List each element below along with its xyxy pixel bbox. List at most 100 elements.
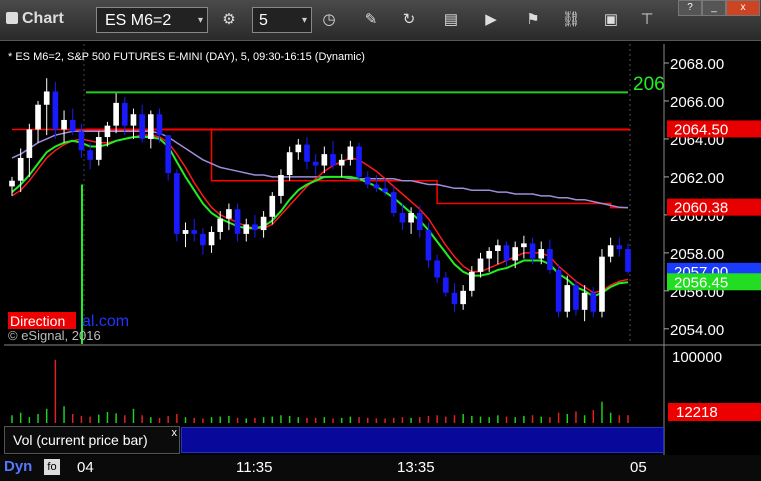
chart-window: Chart ? _ x ES M6=2 ▾ ⚙ 5 ▾ ◷ ✎ ↻ ▤ ▶ ⚑ … xyxy=(0,0,761,481)
price-tick-label: 2068.00 xyxy=(670,56,724,73)
price-tick-label: 2058.00 xyxy=(670,246,724,263)
volume-pane-label[interactable]: Vol (current price bar) x xyxy=(4,426,180,454)
candle-body xyxy=(43,91,50,105)
candle-body xyxy=(61,119,67,130)
candle-body xyxy=(243,224,250,234)
dynamic-label: Dyn xyxy=(4,458,33,475)
candle-body xyxy=(590,292,597,312)
candle-body xyxy=(486,250,493,259)
candles xyxy=(9,78,631,322)
candle-body xyxy=(616,245,623,250)
candle-body xyxy=(477,258,484,272)
price-tag-label: 2060.38 xyxy=(674,200,728,217)
candle-body xyxy=(460,290,466,305)
candle-body xyxy=(69,119,76,132)
candle-body xyxy=(573,285,579,310)
candle-body xyxy=(521,243,527,248)
green-line-label: 206 xyxy=(633,74,665,95)
candle-body xyxy=(260,216,267,231)
candle-body xyxy=(330,154,336,166)
candle-body xyxy=(442,277,449,293)
candle-body xyxy=(408,212,414,223)
candle-body xyxy=(165,135,171,174)
candle-body xyxy=(121,102,128,126)
candle-body xyxy=(364,176,371,185)
candle-body xyxy=(399,212,406,223)
candle-body xyxy=(373,184,380,189)
candle-body xyxy=(234,209,241,234)
candle-body xyxy=(17,157,24,181)
candle-body xyxy=(9,180,15,187)
candle-body xyxy=(52,91,59,130)
candle-body xyxy=(503,245,510,261)
candle-body xyxy=(555,269,562,312)
candle-body xyxy=(469,271,475,291)
candle-body xyxy=(416,212,423,231)
candle-body xyxy=(182,230,189,234)
chart-header: * ES M6=2, S&P 500 FUTURES E-MINI (DAY),… xyxy=(8,51,365,63)
candle-body xyxy=(295,144,302,153)
green-moving-average xyxy=(11,136,629,298)
price-tag-label: 2064.50 xyxy=(674,121,728,138)
candle-body xyxy=(338,159,345,166)
candle-body xyxy=(269,195,276,217)
volume-bars xyxy=(11,359,629,423)
time-label-2: 11:35 xyxy=(236,459,273,476)
watermark-copyright: © eSignal, 2016 xyxy=(8,328,101,343)
red-channel-line xyxy=(12,128,628,209)
candle-body xyxy=(538,249,545,259)
candle-body xyxy=(139,114,145,139)
candle-body xyxy=(347,146,354,160)
candle-body xyxy=(156,114,163,136)
candle-body xyxy=(390,192,397,213)
candle-body xyxy=(312,161,319,166)
candle-body xyxy=(547,249,553,270)
candle-body xyxy=(625,249,631,272)
candle-body xyxy=(208,231,215,246)
candle-body xyxy=(356,146,362,177)
candle-body xyxy=(87,150,93,160)
time-label-3: 13:35 xyxy=(397,459,435,476)
candle-body xyxy=(130,114,137,126)
chart-area[interactable]: 2068.002066.002064.002062.002060.002058.… xyxy=(0,0,761,481)
price-axis: 2068.002066.002064.002062.002060.002058.… xyxy=(664,56,724,339)
volume-tick: 100000 xyxy=(672,349,722,366)
candle-body xyxy=(425,230,432,261)
candle-body xyxy=(512,247,519,261)
candle-body xyxy=(147,114,154,139)
price-tick-label: 2062.00 xyxy=(670,170,724,187)
close-icon[interactable]: x xyxy=(172,420,178,446)
time-label-4: 05 xyxy=(630,459,647,476)
candle-body xyxy=(174,173,180,234)
candle-body xyxy=(599,256,605,312)
candle-body xyxy=(26,129,33,158)
candle-body xyxy=(495,245,501,251)
candle-body xyxy=(529,243,536,259)
candle-body xyxy=(304,144,310,162)
volume-pane-strip xyxy=(181,427,664,453)
candle-body xyxy=(191,230,198,234)
volume-current-value: 12218 xyxy=(676,404,718,421)
candle-body xyxy=(226,209,232,219)
candle-body xyxy=(200,233,206,246)
volume-pane-title: Vol (current price bar) xyxy=(13,432,148,448)
candle-body xyxy=(278,175,284,196)
price-tick-label: 2066.00 xyxy=(670,94,724,111)
candle-body xyxy=(78,131,85,151)
candle-body xyxy=(581,292,588,310)
price-tick-label: 2054.00 xyxy=(670,322,724,339)
red-moving-average xyxy=(11,134,629,294)
candle-body xyxy=(113,102,119,126)
candle-body xyxy=(564,285,571,312)
candle-body xyxy=(382,188,388,193)
candle-body xyxy=(35,104,41,130)
candle-body xyxy=(252,224,258,231)
candle-body xyxy=(451,292,458,305)
price-tag-label: 2056.45 xyxy=(674,274,728,291)
candle-body xyxy=(321,154,328,166)
candle-body xyxy=(286,152,293,176)
watermark-brand-red: Direction xyxy=(10,313,65,329)
time-axis-bar: Dyn fo 04 11:35 13:35 05 xyxy=(0,455,761,481)
time-label-1: 04 xyxy=(77,459,94,476)
format-icon[interactable]: fo xyxy=(44,459,60,475)
